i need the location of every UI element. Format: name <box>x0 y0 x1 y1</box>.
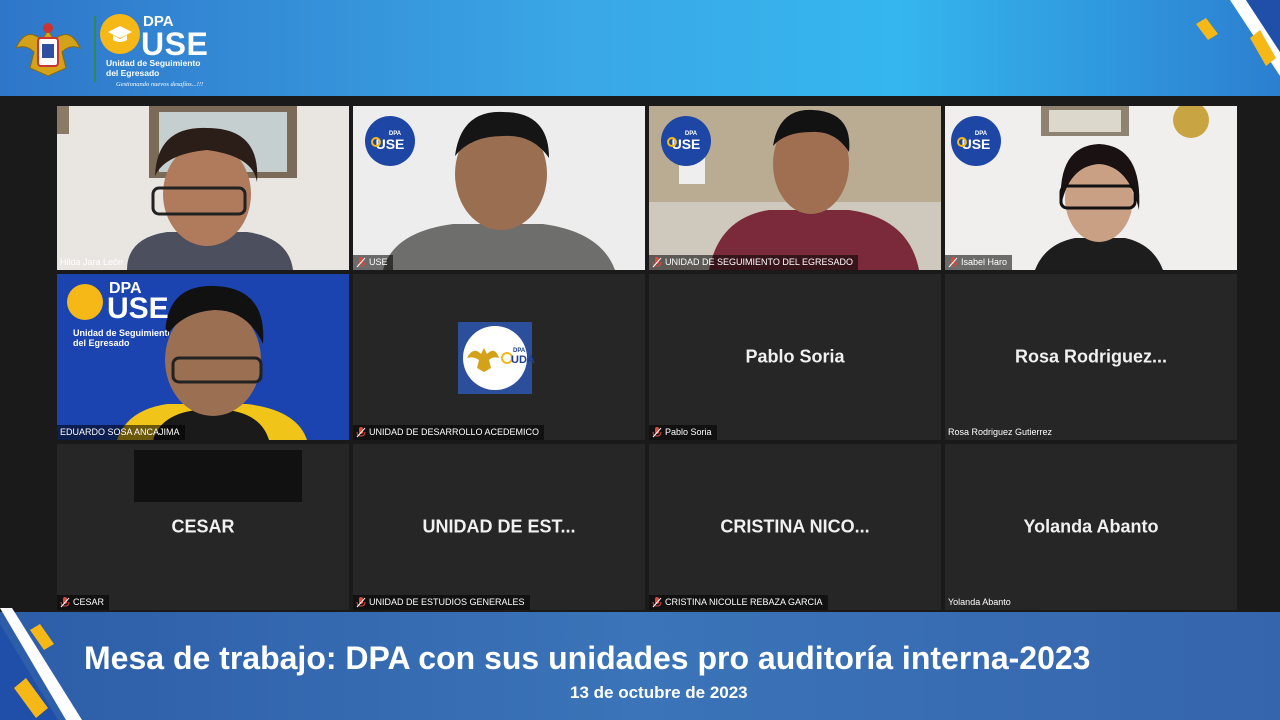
participant-video <box>57 106 349 270</box>
participant-tile[interactable]: Hilda Jara León <box>57 106 349 270</box>
use-badge-logo: DPA USE <box>661 116 711 166</box>
mic-muted-icon <box>652 427 662 438</box>
logo-subtitle-line1: Unidad de Seguimiento <box>106 58 201 68</box>
participant-name: EDUARDO SOSA ANCAJIMA <box>60 427 180 437</box>
logo-subtitle-line2: del Egresado <box>106 68 160 78</box>
participant-tile[interactable]: DPA USE Isabel Haro <box>945 106 1237 270</box>
corner-decoration-bottom-left <box>0 608 82 720</box>
name-tag: Rosa Rodriguez Gutierrez <box>945 425 1057 440</box>
participant-tile[interactable]: UNIDAD DE EST... UNIDAD DE ESTUDIOS GENE… <box>353 444 645 610</box>
graduation-cap-icon <box>100 14 140 54</box>
participant-name: UNIDAD DE SEGUIMIENTO DEL EGRESADO <box>665 257 854 267</box>
participant-tile[interactable]: Rosa Rodriguez... Rosa Rodriguez Gutierr… <box>945 274 1237 440</box>
participant-display-name: CRISTINA NICO... <box>720 516 870 537</box>
participant-name: Hilda Jara León <box>60 257 124 267</box>
use-badge-logo: DPA USE <box>951 116 1001 166</box>
participant-name: CRISTINA NICOLLE REBAZA GARCIA <box>665 597 823 607</box>
use-badge-logo: DPA USE <box>365 116 415 166</box>
participant-tile[interactable]: DPA USE USE <box>353 106 645 270</box>
name-tag: Isabel Haro <box>945 255 1013 270</box>
participant-name: Yolanda Abanto <box>948 597 1011 607</box>
logo-divider <box>94 16 96 82</box>
participant-tile-active-speaker[interactable]: DPA USE Unidad de Seguimiento del Egresa… <box>57 274 349 440</box>
participant-name: UNIDAD DE DESARROLLO ACEDEMICO <box>369 427 540 437</box>
participant-display-name: Rosa Rodriguez... <box>1014 346 1167 367</box>
logo-subtitle: Unidad de Seguimiento del Egresado <box>106 58 236 78</box>
participant-name: USE <box>369 257 388 267</box>
event-date: 13 de octubre de 2023 <box>570 683 748 702</box>
bg-logo-subtitle: Unidad de Seguimiento del Egresado <box>73 328 169 348</box>
mic-muted-icon <box>356 257 366 268</box>
meeting-screen: DPA USE Unidad de Seguimiento del Egresa… <box>0 0 1280 720</box>
participant-tile[interactable]: Pablo Soria Pablo Soria <box>649 274 941 440</box>
university-seal-icon <box>15 23 81 77</box>
participant-tile[interactable]: Yolanda Abanto Yolanda Abanto <box>945 444 1237 610</box>
name-tag: UNIDAD DE SEGUIMIENTO DEL EGRESADO <box>649 255 859 270</box>
participant-tile[interactable]: CRISTINA NICO... CRISTINA NICOLLE REBAZA… <box>649 444 941 610</box>
participant-video <box>57 274 349 440</box>
header-banner: DPA USE Unidad de Seguimiento del Egresa… <box>0 0 1280 96</box>
name-tag: CRISTINA NICOLLE REBAZA GARCIA <box>649 595 828 610</box>
corner-decoration-top-right <box>1196 0 1280 76</box>
mic-muted-icon <box>948 257 958 268</box>
participant-name: Pablo Soria <box>665 427 712 437</box>
name-tag: Hilda Jara León <box>57 255 128 270</box>
name-tag: Pablo Soria <box>649 425 717 440</box>
name-tag: EDUARDO SOSA ANCAJIMA <box>57 425 185 440</box>
name-tag: USE <box>353 255 393 270</box>
name-tag: Yolanda Abanto <box>945 595 1016 610</box>
uda-logo-uda: UDA <box>511 354 535 366</box>
participant-tile[interactable]: DPA UDA UNIDAD DE DESARROLLO ACEDEMICO <box>353 274 645 440</box>
participant-tile[interactable]: DPA USE UNIDAD DE SEGUIMIENTO DEL EGRESA… <box>649 106 941 270</box>
mic-muted-icon <box>356 427 366 438</box>
participant-name: UNIDAD DE ESTUDIOS GENERALES <box>369 597 525 607</box>
event-title: Mesa de trabajo: DPA con sus unidades pr… <box>84 640 1091 676</box>
participant-name: Rosa Rodriguez Gutierrez <box>948 427 1053 437</box>
name-tag: UNIDAD DE DESARROLLO ACEDEMICO <box>353 425 545 440</box>
redacted-block <box>134 450 302 502</box>
bg-logo-use: USE <box>107 292 169 325</box>
mic-muted-icon <box>652 257 662 268</box>
mic-muted-icon <box>356 597 366 608</box>
mic-muted-icon <box>652 597 662 608</box>
participant-display-name: Yolanda Abanto <box>1023 516 1159 537</box>
participant-display-name: Pablo Soria <box>745 346 845 367</box>
logo-slogan: Gestionando nuevos desafíos...!!! <box>116 81 204 88</box>
participant-display-name: UNIDAD DE EST... <box>422 516 576 537</box>
participant-tile[interactable]: CESAR CESAR <box>57 444 349 610</box>
participant-name: Isabel Haro <box>961 257 1008 267</box>
name-tag: UNIDAD DE ESTUDIOS GENERALES <box>353 595 530 610</box>
participant-display-name: CESAR <box>171 516 235 537</box>
